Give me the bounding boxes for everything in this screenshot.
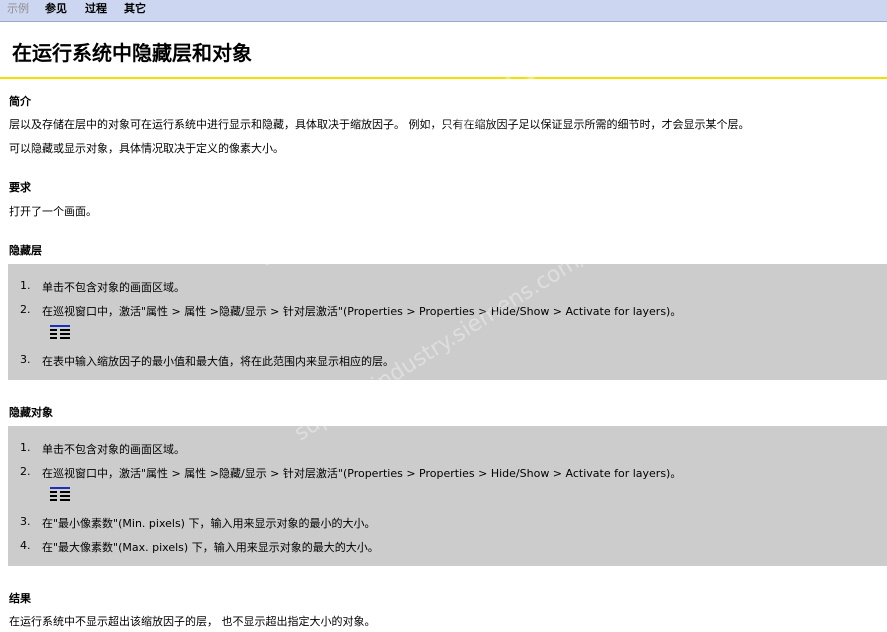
intro-line-2: 可以隐藏或显示对象，具体情况取决于定义的像素大小。 xyxy=(9,142,284,155)
properties-list-icon xyxy=(50,325,70,339)
top-nav: 示例 参见 过程 其它 xyxy=(0,0,887,22)
page-title: 在运行系统中隐藏层和对象 xyxy=(12,41,252,65)
hide-objects-heading: 隐藏对象 xyxy=(9,406,53,419)
requirement-text: 打开了一个画面。 xyxy=(9,205,97,218)
title-divider xyxy=(0,77,887,79)
result-text: 在运行系统中不显示超出该缩放因子的层， 也不显示超出指定大小的对象。 xyxy=(9,615,376,628)
nav-procedure[interactable]: 过程 xyxy=(85,0,107,18)
properties-list-icon xyxy=(50,487,70,501)
result-heading: 结果 xyxy=(9,592,31,605)
requirement-heading: 要求 xyxy=(9,181,31,194)
hide-layers-steps: 1. 单击不包含对象的画面区域。 2. 在巡视窗口中，激活"属性 > 属性 >隐… xyxy=(8,264,887,380)
intro-line-1: 层以及存储在层中的对象可在运行系统中进行显示和隐藏，具体取决于缩放因子。 例如，… xyxy=(9,118,750,131)
nav-other[interactable]: 其它 xyxy=(124,0,146,18)
watermark-title: 西门子工业 技术论坛 xyxy=(244,59,552,273)
nav-see-also[interactable]: 参见 xyxy=(45,0,67,18)
intro-heading: 简介 xyxy=(9,95,31,108)
nav-example: 示例 xyxy=(7,2,29,15)
hide-objects-steps: 1. 单击不包含对象的画面区域。 2. 在巡视窗口中，激活"属性 > 属性 >隐… xyxy=(8,426,887,566)
hide-layers-heading: 隐藏层 xyxy=(9,244,42,257)
